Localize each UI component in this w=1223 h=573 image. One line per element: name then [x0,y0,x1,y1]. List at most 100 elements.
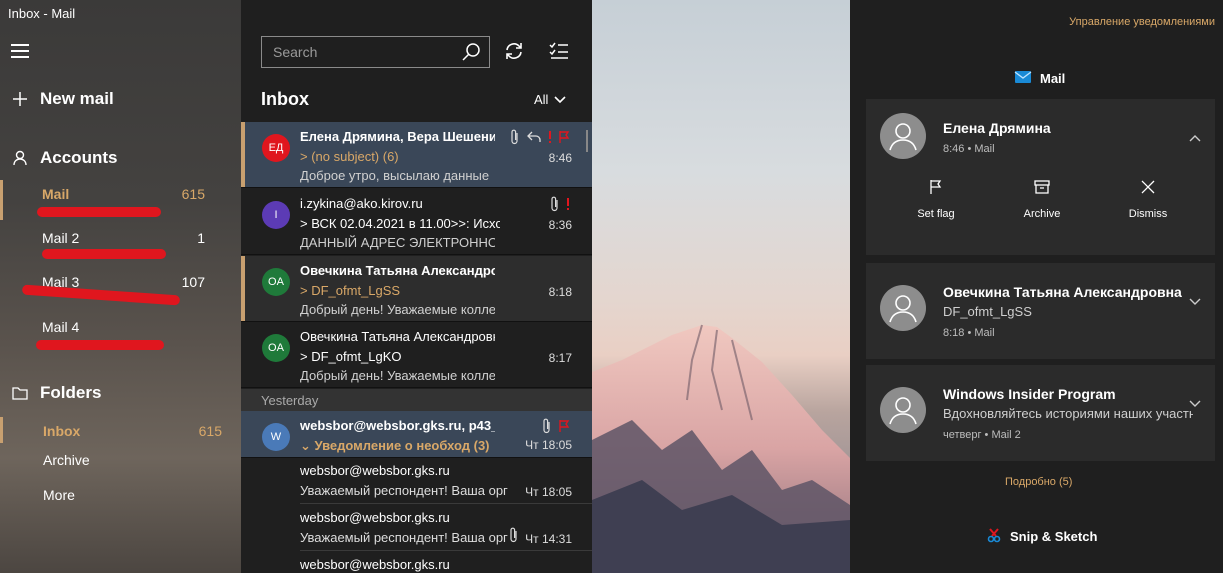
chevron-down-icon[interactable] [1189,395,1201,413]
new-mail-button[interactable]: New mail [0,86,241,112]
new-mail-label: New mail [40,89,114,108]
message-list-pane: Inbox All ЕД Елена Дрямина, Вера Шешенин… [241,0,592,573]
paperclip-icon [550,196,560,217]
thread-time: Чт 14:31 [525,532,572,546]
chevron-down-icon [554,92,567,107]
notification-meta: четверг • Mail 2 [943,429,1021,441]
thread-sender: websbor@websbor.gks.ru [300,557,450,572]
hamburger-menu-icon[interactable] [11,44,29,58]
snip-sketch-label: Snip & Sketch [1010,529,1098,544]
message-sender: Овечкина Татьяна Александровна [300,263,495,278]
notification-card[interactable]: Windows Insider Program Вдохновляйтесь и… [866,365,1215,461]
flag-icon[interactable] [558,419,570,438]
message-item[interactable]: I i.zykina@ako.kirov.ru > ВСК 02.04.2021… [241,189,592,255]
paperclip-icon [509,527,519,548]
account-count: 615 [181,186,205,202]
message-preview: Доброе утро, высылаю данные [300,168,490,183]
app-name: Mail [1040,71,1066,86]
flag-icon [929,180,943,198]
filter-dropdown[interactable]: All [534,92,567,107]
sync-icon[interactable] [503,40,525,67]
notification-app-header: Mail [1014,70,1065,87]
notification-card[interactable]: Овечкина Татьяна Александровна DF_ofmt_L… [866,263,1215,359]
redaction-mark [36,340,164,350]
message-subject: ⌄ Уведомление о необход (3) [300,438,490,453]
account-name: Mail 4 [42,319,80,335]
archive-button[interactable]: Archive [987,179,1097,220]
message-time: 8:17 [548,351,572,365]
account-name: Mail [42,186,70,202]
close-icon [1141,180,1155,198]
thread-item[interactable]: websbor@websbor.gks.ru Уважаемый респонд… [300,507,592,551]
person-icon [0,150,40,166]
folder-name: Inbox [43,423,81,439]
message-item[interactable]: ЕД Елена Дрямина, Вера Шешенина > (no su… [241,122,592,188]
plus-icon [0,91,40,107]
message-sender: Елена Дрямина, Вера Шешенина [300,129,495,144]
message-preview: ДАННЫЙ АДРЕС ЭЛЕКТРОННОЙ ПОЧТЫ [300,235,495,250]
thread-preview: Уважаемый респондент! Ваша орг [300,530,508,545]
avatar: ЕД [262,134,290,162]
important-icon [548,130,552,149]
thread-time: Чт 18:05 [525,485,572,499]
snip-sketch-header: Snip & Sketch [986,527,1097,546]
avatar: W [262,423,290,451]
select-mode-icon[interactable] [548,40,570,67]
notification-line: Вдохновляйтесь историями наших участнико… [943,406,1193,421]
message-thread[interactable]: W websbor@websbor.gks.ru, p43_mail ⌄ Уве… [241,411,592,458]
avatar: I [262,201,290,229]
message-item[interactable]: OA Овечкина Татьяна Александровна > DF_o… [241,322,592,388]
notification-meta: 8:18 • Mail [943,327,995,339]
set-flag-label: Set flag [917,208,955,220]
thread-sender: websbor@websbor.gks.ru [300,463,450,478]
reply-icon [526,130,542,149]
folder-name: Archive [43,452,90,468]
message-sender: i.zykina@ako.kirov.ru [300,196,423,211]
message-icons [550,196,570,217]
mail-app-icon [1014,70,1032,87]
notification-card[interactable]: Елена Дрямина 8:46 • Mail Set flag Archi… [866,99,1215,255]
set-flag-button[interactable]: Set flag [881,179,991,220]
avatar [880,285,926,331]
dismiss-label: Dismiss [1128,208,1168,220]
notification-center: Управление уведомлениями Mail Елена Дрям… [850,0,1223,573]
dismiss-button[interactable]: Dismiss [1093,179,1203,220]
desktop-background [592,0,850,573]
account-count: 1 [197,230,205,246]
important-icon [566,197,570,216]
message-time: 8:36 [548,218,572,232]
thread-item[interactable]: websbor@websbor.gks.ru [300,554,592,573]
folder-item-inbox[interactable]: Inbox 615 [0,417,241,449]
message-subject: > ВСК 02.04.2021 в 11.00>>: Исходящий [300,216,500,231]
folder-item-archive[interactable]: Archive [0,446,241,478]
folder-count: 615 [198,423,222,439]
more-notifications-link[interactable]: Подробно (5) [1005,476,1072,488]
message-sender: websbor@websbor.gks.ru, p43_mail [300,418,495,433]
list-header-title: Inbox [261,89,309,109]
archive-label: Archive [1023,208,1061,220]
chevron-up-icon[interactable] [1189,129,1201,147]
folder-icon [0,386,40,400]
folders-header[interactable]: Folders [0,380,241,406]
message-icons [542,418,570,439]
manage-notifications-link[interactable]: Управление уведомлениями [1069,16,1215,28]
folder-item-more[interactable]: More [0,481,241,513]
message-time: Чт 18:05 [525,438,572,452]
notification-title: Елена Дрямина [943,120,1051,136]
accounts-label: Accounts [40,148,118,167]
chevron-down-icon[interactable] [1189,293,1201,311]
avatar: OA [262,268,290,296]
navigation-pane: Inbox - Mail New mail Accounts Mail 615 … [0,0,241,573]
accounts-header[interactable]: Accounts [0,145,241,171]
search-box[interactable] [261,36,490,68]
folders-label: Folders [40,383,102,402]
flag-icon[interactable] [558,130,570,149]
notification-meta: 8:46 • Mail [943,143,995,155]
scrollbar-thumb[interactable] [586,130,588,152]
thread-item[interactable]: websbor@websbor.gks.ru Уважаемый респонд… [300,460,592,504]
search-icon[interactable] [461,42,481,67]
message-item[interactable]: OA Овечкина Татьяна Александровна > DF_o… [241,256,592,322]
search-input[interactable] [262,37,452,67]
unread-indicator [241,122,245,187]
snip-sketch-icon [986,527,1002,546]
